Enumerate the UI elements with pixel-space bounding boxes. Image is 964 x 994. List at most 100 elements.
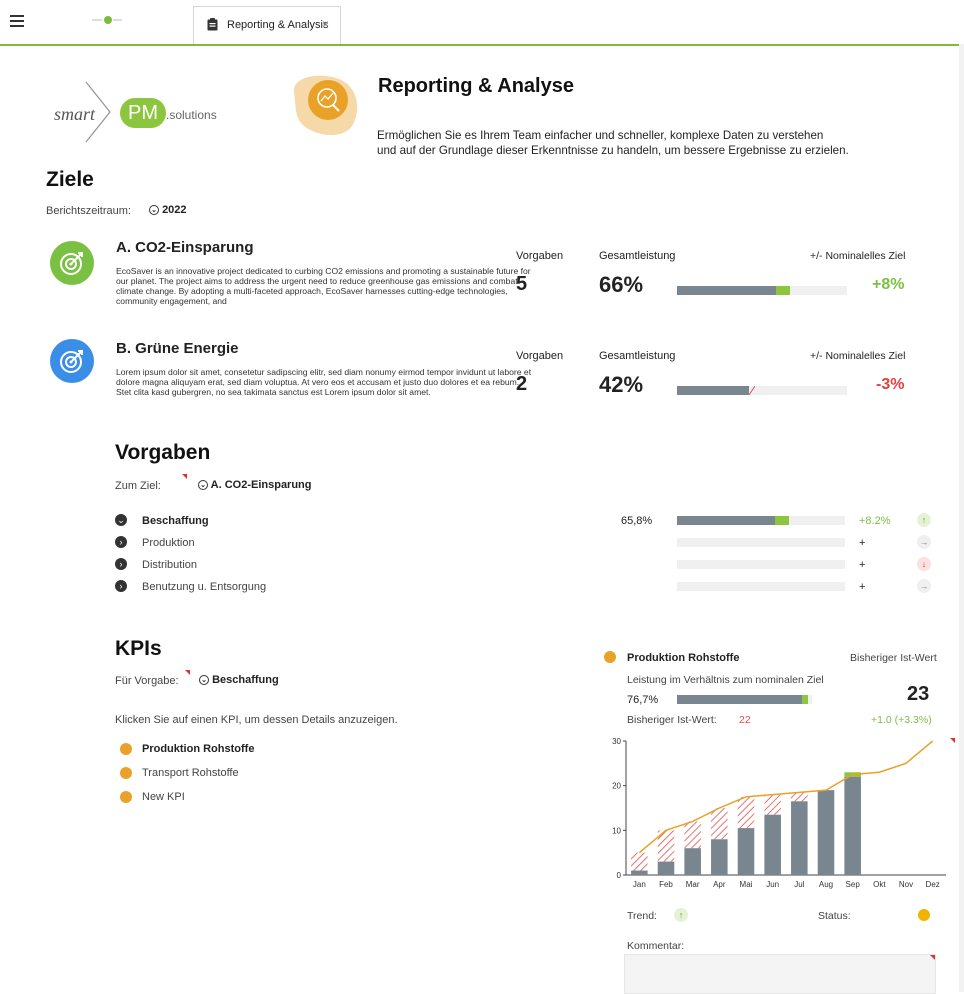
report-period-select[interactable]: ⌄ 2022 — [149, 204, 187, 216]
x-tick-label: Okt — [873, 880, 886, 889]
value-bar — [844, 776, 861, 875]
goal-b-gesamt-label: Gesamtleistung — [599, 350, 676, 362]
report-period-label: Berichtszeitraum: — [46, 205, 131, 217]
vorgabe-row-beschaffung[interactable]: ⌄ Beschaffung 65,8% +8.2% ↑ — [115, 513, 935, 529]
goal-b-ziel-label: +/- Nominalelles Ziel — [810, 350, 906, 362]
detail-right-label: Bisheriger Ist-Wert — [850, 652, 937, 664]
page-title: Reporting & Analyse — [378, 75, 574, 97]
clipboard-icon — [207, 18, 218, 31]
goal-card-a[interactable]: A. CO2-Einsparung EcoSaver is an innovat… — [46, 237, 916, 317]
kpis-vorgabe-label: Für Vorgabe: — [115, 675, 179, 687]
kpis-vorgabe-select[interactable]: ⌄ Beschaffung — [199, 674, 279, 686]
value-bar — [737, 828, 755, 875]
comment-textarea[interactable] — [624, 954, 936, 994]
tab-reporting-analysis[interactable]: Reporting & Analysis × — [193, 6, 341, 44]
kpis-vorgabe-value: Beschaffung — [212, 674, 279, 686]
gap-bar — [631, 852, 648, 871]
vorgabe-delta: + — [859, 537, 866, 549]
goal-a-vorgaben-value: 5 — [516, 273, 528, 295]
goal-a-ziel-label: +/- Nominalelles Ziel — [810, 250, 906, 262]
target-icon — [50, 339, 94, 383]
comment-marker — [182, 474, 187, 479]
vorgabe-row-produktion[interactable]: › Produktion + → — [115, 535, 935, 551]
detail-ist-label: Bisheriger Ist-Wert: — [627, 714, 717, 726]
value-bar — [657, 861, 675, 875]
x-tick-label: Jan — [633, 880, 646, 889]
hero-description: Ermöglichen Sie es Ihrem Team einfacher … — [377, 128, 937, 158]
dropdown-chevron-icon: ⌄ — [199, 675, 209, 686]
vorgabe-progress-bar — [677, 538, 845, 547]
vorgabe-row-distribution[interactable]: › Distribution + ↓ — [115, 557, 935, 573]
kpi-item[interactable]: Produktion Rohstoffe — [120, 742, 380, 758]
vorgaben-goal-value: A. CO2-Einsparung — [210, 479, 312, 491]
vorgabe-delta: + — [859, 559, 866, 571]
analytics-hero-icon — [293, 75, 358, 136]
vorgabe-progress-bar — [677, 582, 845, 591]
kpi-label: New KPI — [142, 791, 185, 803]
vorgabe-row-benutzung[interactable]: › Benutzung u. Entsorgung + → — [115, 579, 935, 595]
y-tick-label: 20 — [612, 782, 621, 791]
x-tick-label: Feb — [659, 880, 673, 889]
comment-marker — [950, 738, 955, 743]
trend-neutral-icon: → — [917, 579, 931, 593]
x-tick-label: Apr — [713, 880, 726, 889]
status-label: Status: — [818, 910, 851, 922]
scrollbar[interactable] — [959, 44, 964, 992]
x-tick-label: Jun — [766, 880, 779, 889]
x-tick-label: Jul — [794, 880, 804, 889]
kpis-hint: Klicken Sie auf einen KPI, um dessen Det… — [115, 714, 398, 726]
dropdown-chevron-icon: ⌄ — [198, 480, 208, 491]
y-tick-label: 30 — [612, 737, 621, 746]
kpi-chart: 0 10 20 30 Jan Feb Mar Apr Mai Jun Jul Aug Sep Okt Nov… — [612, 737, 946, 889]
detail-perf-bar — [677, 695, 812, 704]
logo-chevron-icon — [85, 81, 111, 143]
vorgabe-progress-fill — [677, 516, 775, 525]
goal-b-progress-fill — [677, 386, 749, 395]
vorgabe-label: Beschaffung — [142, 515, 209, 527]
value-bar — [631, 870, 648, 875]
logo-pm-text: PM — [128, 102, 158, 124]
gap-bar — [684, 821, 701, 849]
detail-title: Produktion Rohstoffe — [627, 652, 740, 664]
top-bar: Reporting & Analysis × — [0, 0, 964, 46]
status-indicator — [918, 909, 930, 921]
ziele-heading: Ziele — [46, 168, 94, 191]
vorgabe-progress-bar — [677, 516, 845, 525]
vorgaben-goal-select[interactable]: ⌄ A. CO2-Einsparung — [198, 479, 312, 491]
vorgabe-label: Produktion — [142, 537, 195, 549]
goal-a-description: EcoSaver is an innovative project dedica… — [116, 266, 531, 306]
hero-line-2: und auf der Grundlage dieser Erkenntniss… — [377, 144, 849, 157]
goal-b-title: B. Grüne Energie — [116, 340, 239, 357]
vorgabe-label: Distribution — [142, 559, 198, 571]
goal-a-progress-fill — [677, 286, 776, 295]
goal-b-vorgaben-label: Vorgaben — [516, 350, 564, 362]
detail-big-value: 23 — [907, 683, 930, 705]
app-logo-icon[interactable] — [90, 14, 124, 26]
tab-close-icon[interactable]: × — [322, 17, 329, 31]
comment-marker — [185, 670, 190, 675]
vorgaben-heading: Vorgaben — [115, 441, 211, 464]
report-period-value: 2022 — [162, 204, 187, 216]
chevron-right-icon[interactable]: › — [115, 558, 127, 570]
chevron-right-icon[interactable]: › — [115, 580, 127, 592]
detail-delta: +1.0 (+3.3%) — [871, 714, 932, 726]
goal-a-progress-over — [776, 286, 790, 295]
x-tick-label: Sep — [846, 880, 861, 889]
kpi-item[interactable]: New KPI — [120, 790, 380, 806]
goal-card-b[interactable]: B. Grüne Energie Lorem ipsum dolor sit a… — [46, 338, 916, 418]
kpi-item[interactable]: Transport Rohstoffe — [120, 766, 380, 782]
kpi-magnifier-icon — [604, 651, 616, 663]
trend-neutral-icon: → — [917, 535, 931, 549]
goal-b-progress-bar — [677, 386, 847, 395]
detail-perf-fill — [677, 695, 802, 704]
gap-bar — [764, 794, 781, 815]
chevron-down-icon[interactable]: ⌄ — [115, 514, 127, 526]
tab-label: Reporting & Analysis — [227, 19, 329, 31]
hamburger-menu-icon[interactable] — [10, 12, 24, 28]
chevron-right-icon[interactable]: › — [115, 536, 127, 548]
goal-a-gesamt-label: Gesamtleistung — [599, 250, 676, 262]
gap-bar — [737, 796, 755, 829]
detail-perf-label: Leistung im Verhältnis zum nominalen Zie… — [627, 674, 824, 686]
gap-bar — [791, 792, 808, 802]
goal-b-gesamt-value: 42% — [599, 372, 644, 397]
